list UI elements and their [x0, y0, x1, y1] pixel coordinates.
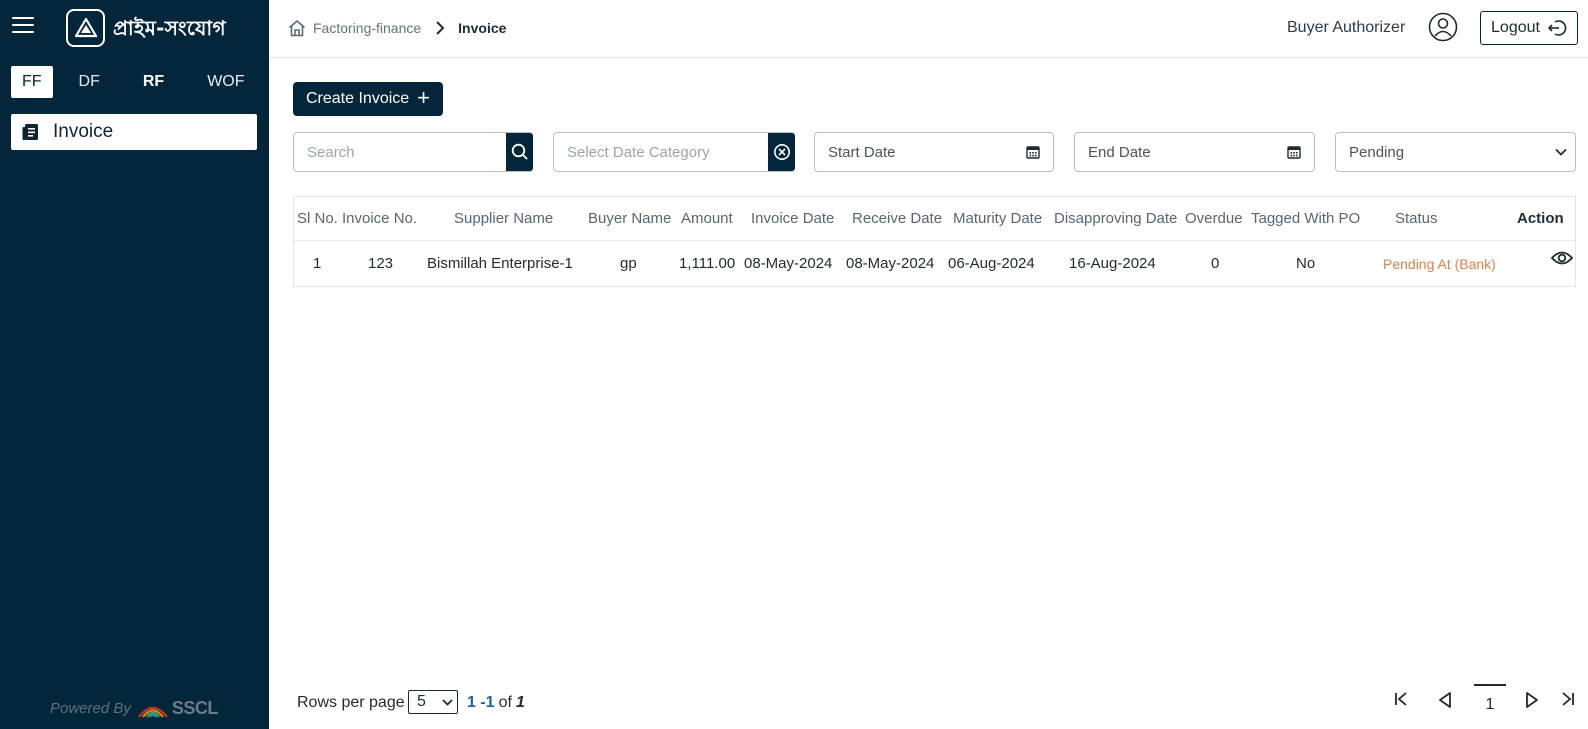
chevron-down-icon	[442, 699, 453, 706]
column-header: Supplier Name	[454, 210, 554, 227]
column-header: Overdue	[1185, 210, 1243, 227]
clear-circle-icon	[773, 144, 790, 160]
breadcrumb: Factoring-finance Invoice	[287, 18, 506, 38]
sscl-logo-text: SSCL	[171, 698, 219, 718]
next-page-icon[interactable]	[1524, 691, 1540, 709]
logout-button[interactable]: Logout	[1480, 11, 1578, 45]
rows-per-page-value: 5	[417, 693, 426, 710]
column-header: Invoice Date	[751, 210, 835, 227]
view-eye-icon[interactable]	[1551, 250, 1573, 266]
column-header: Invoice No.	[342, 210, 418, 227]
app-logo-icon	[66, 9, 105, 47]
search-input[interactable]: Search	[294, 144, 506, 161]
calendar-icon[interactable]	[1287, 145, 1301, 159]
tab-ff[interactable]: FF	[11, 66, 53, 98]
sscl-logo-icon	[138, 706, 168, 718]
chevron-right-icon	[435, 21, 445, 35]
current-page-button[interactable]: 1	[1474, 684, 1506, 714]
home-icon[interactable]	[287, 18, 307, 38]
tab-rf[interactable]: RF	[131, 66, 176, 98]
powered-by-label: Powered By	[50, 700, 131, 717]
status-select[interactable]: Pending	[1335, 132, 1576, 172]
create-invoice-button[interactable]: Create Invoice +	[293, 82, 443, 116]
powered-by: Powered By SSCL	[50, 698, 218, 719]
column-header: Action	[1517, 210, 1564, 227]
menu-icon[interactable]	[12, 17, 34, 37]
sidebar: প্রাইম-সংযোগ FF DF RF WOF Invoice Powere…	[0, 0, 269, 729]
cell-invoice-date: 08-May-2024	[744, 255, 833, 272]
cell-buyer: gp	[620, 255, 637, 272]
date-category-field[interactable]: Select Date Category	[553, 132, 795, 172]
clear-date-category-button[interactable]	[768, 133, 795, 171]
start-date-field[interactable]: Start Date	[814, 132, 1054, 172]
create-invoice-label: Create Invoice	[306, 90, 410, 107]
cell-overdue: 0	[1211, 255, 1220, 272]
column-header: Buyer Name	[588, 210, 672, 227]
plus-icon: +	[417, 84, 431, 110]
column-header: Amount	[681, 210, 733, 227]
chevron-down-icon	[1555, 148, 1567, 156]
rows-per-page-label: Rows per page	[297, 694, 405, 711]
user-role: Buyer Authorizer	[1287, 19, 1406, 36]
cell-amount: 1,111.00	[679, 255, 736, 272]
status-select-value: Pending	[1349, 143, 1405, 161]
previous-page-icon[interactable]	[1437, 691, 1453, 709]
cell-sl: 1	[313, 255, 322, 272]
first-page-icon[interactable]	[1393, 691, 1409, 707]
end-date-field[interactable]: End Date	[1074, 132, 1315, 172]
date-category-input[interactable]: Select Date Category	[554, 144, 768, 161]
rows-per-page-select[interactable]: 5	[408, 690, 458, 714]
tab-df[interactable]: DF	[67, 66, 112, 98]
table-divider	[294, 240, 1575, 241]
search-field[interactable]: Search	[293, 132, 533, 172]
document-icon	[22, 124, 38, 140]
column-header: Status	[1395, 210, 1438, 227]
logout-label: Logout	[1491, 19, 1540, 36]
sidebar-item-label: Invoice	[53, 121, 114, 142]
pagination-range: 1 -1 of 1	[467, 694, 525, 712]
cell-invoice-no: 123	[368, 255, 394, 272]
cell-supplier: Bismillah Enterprise-1	[427, 255, 573, 272]
calendar-icon[interactable]	[1026, 145, 1040, 159]
sidebar-item-invoice[interactable]: Invoice	[11, 114, 257, 150]
column-header: Tagged With PO	[1251, 210, 1361, 227]
search-icon	[511, 143, 528, 160]
finance-type-tabs: FF DF RF WOF	[11, 66, 257, 98]
column-header: Sl No.	[297, 210, 338, 227]
column-header: Maturity Date	[953, 210, 1043, 227]
end-date-input[interactable]: End Date	[1075, 144, 1287, 161]
invoice-table: Sl No. Invoice No. Supplier Name Buyer N…	[293, 196, 1576, 287]
status-badge: Pending At (Bank)	[1383, 256, 1496, 272]
cell-receive-date: 08-May-2024	[846, 255, 935, 272]
top-header: Factoring-finance Invoice Buyer Authoriz…	[269, 0, 1588, 58]
column-header: Disapproving Date	[1054, 210, 1178, 227]
app-brand: প্রাইম-সংযোগ	[113, 16, 226, 40]
cell-tagged-po: No	[1296, 255, 1316, 272]
last-page-icon[interactable]	[1560, 691, 1576, 707]
breadcrumb-current: Invoice	[458, 20, 507, 36]
search-button[interactable]	[506, 133, 533, 171]
range-value: 1 -1	[467, 694, 495, 711]
start-date-input[interactable]: Start Date	[815, 144, 1026, 161]
column-header: Receive Date	[852, 210, 943, 227]
cell-disapproving-date: 16-Aug-2024	[1069, 255, 1156, 272]
user-avatar-icon[interactable]	[1428, 12, 1458, 42]
logout-icon	[1547, 20, 1567, 36]
range-total: 1	[515, 694, 525, 711]
range-of-label: of	[498, 694, 512, 711]
cell-maturity-date: 06-Aug-2024	[948, 255, 1035, 272]
breadcrumb-root[interactable]: Factoring-finance	[313, 20, 421, 36]
tab-wof[interactable]: WOF	[195, 66, 256, 98]
sscl-logo: SSCL	[137, 698, 218, 719]
